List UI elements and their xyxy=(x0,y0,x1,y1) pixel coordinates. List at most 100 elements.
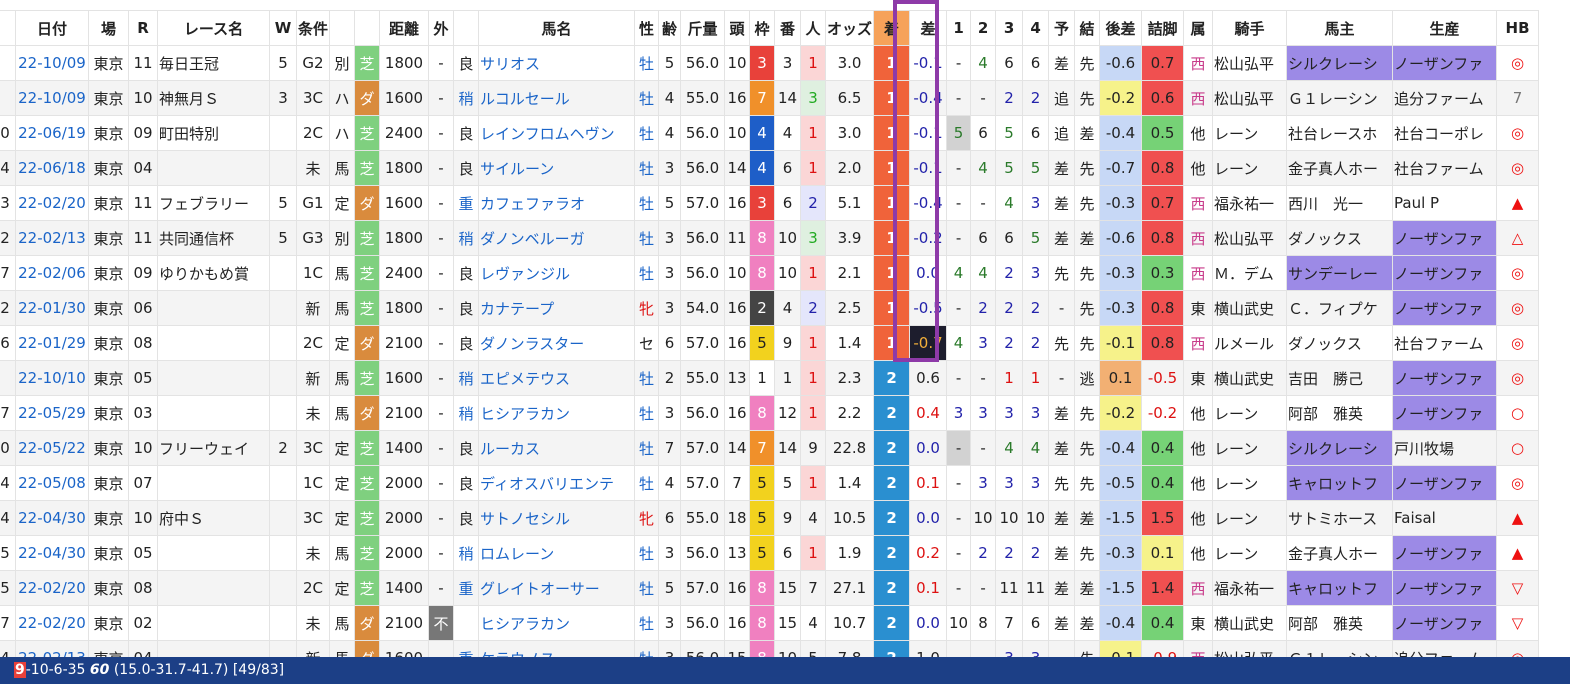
cell-date[interactable]: 22-06/19 xyxy=(15,115,89,151)
cell-diff: 0.6 xyxy=(909,360,948,396)
cell-horse[interactable]: ルコルセール xyxy=(478,80,636,116)
col-header[interactable]: 日付 xyxy=(15,10,89,46)
cell-horse[interactable]: ロムレーン xyxy=(478,535,636,571)
cell-horse[interactable]: ヒシアラカン xyxy=(478,605,636,641)
col-header[interactable]: 後差 xyxy=(1099,10,1143,46)
results-body: 22-10/09 東京 11 毎日王冠 5 G2 別芝 1800- 良サリオス牡 5 56.0 10 3… xyxy=(0,45,1540,676)
table-row[interactable]: 22-10/09 東京 10 神無月Ｓ 3 3C ハダ 1600- 稍ルコルセール牡 4 55.0 1… xyxy=(0,80,1540,116)
cell-date[interactable]: 22-01/30 xyxy=(15,290,89,326)
cell-horse[interactable]: レインフロムヘヴン xyxy=(478,115,636,151)
col-header[interactable]: 2 xyxy=(970,10,997,46)
cell-out: - xyxy=(428,80,455,116)
table-row[interactable]: 5 22-04/30 東京 05 未馬芝 2000- 稍ロムレーン牡 3 56.0 13 5 6 1 1.… xyxy=(0,535,1540,571)
col-header[interactable]: 条件 xyxy=(295,10,331,46)
col-header[interactable]: 齢 xyxy=(658,10,682,46)
cell-horse[interactable]: カナテープ xyxy=(478,290,636,326)
cell-date[interactable]: 22-02/06 xyxy=(15,255,89,291)
table-row[interactable]: 22-10/10 東京 05 新馬芝 1600- 稍エピメテウス牡 2 55.0 13 1 1 1 2.… xyxy=(0,360,1540,396)
col-header[interactable]: 外 xyxy=(428,10,455,46)
table-row[interactable]: 4 22-05/08 東京 07 1C 定芝 2000- 良ディオスバリエンテ牡 4 57.0 7 5… xyxy=(0,465,1540,501)
total-count: 60 xyxy=(89,662,110,678)
col-header[interactable]: 1 xyxy=(946,10,972,46)
col-header[interactable]: 詰脚 xyxy=(1141,10,1185,46)
col-header[interactable]: 枠 xyxy=(749,10,776,46)
cell-horse[interactable]: レヴァンジル xyxy=(478,255,636,291)
cell-horse[interactable]: カフェファラオ xyxy=(478,185,636,221)
col-header[interactable]: R xyxy=(128,10,158,46)
col-header[interactable]: 性 xyxy=(634,10,660,46)
cell-date[interactable]: 22-02/20 xyxy=(15,570,89,606)
cell-horse[interactable]: サトノセシル xyxy=(478,500,636,536)
cell-lead: 5 xyxy=(0,535,16,571)
table-row[interactable]: 0 22-05/22 東京 10 フリーウェイ 2 3C 定芝 1400- 良ルーカス牡 7 57.0… xyxy=(0,430,1540,466)
cell-date[interactable]: 22-04/30 xyxy=(15,535,89,571)
cell-horse[interactable]: サイルーン xyxy=(478,150,636,186)
table-row[interactable]: 2 22-02/13 東京 11 共同通信杯 5 G3 別芝 1800- 稍ダノンベルーガ牡 3 56… xyxy=(0,220,1540,256)
cell-date[interactable]: 22-02/13 xyxy=(15,220,89,256)
table-row[interactable]: 4 22-06/18 東京 04 未馬芝 1800- 良サイルーン牡 3 56.0 14 4 6 1 2.… xyxy=(0,150,1540,186)
cell-c2: 6 xyxy=(970,220,997,256)
col-header[interactable] xyxy=(453,10,480,46)
cell-horse[interactable]: ディオスバリエンテ xyxy=(478,465,636,501)
cell-date[interactable]: 22-02/20 xyxy=(15,605,89,641)
col-header[interactable]: レース名 xyxy=(157,10,270,46)
col-header[interactable] xyxy=(354,10,381,46)
cell-horse[interactable]: サリオス xyxy=(478,45,636,81)
cell-sex: 牡 xyxy=(634,45,660,81)
col-header[interactable]: 場 xyxy=(88,10,129,46)
cell-date[interactable]: 22-05/29 xyxy=(15,395,89,431)
cell-date[interactable]: 22-05/08 xyxy=(15,465,89,501)
col-header[interactable]: 結 xyxy=(1074,10,1101,46)
col-header[interactable]: HB xyxy=(1496,10,1540,46)
cell-horse[interactable]: グレイトオーサー xyxy=(478,570,636,606)
col-header[interactable]: 人 xyxy=(800,10,827,46)
cell-date[interactable]: 22-02/20 xyxy=(15,185,89,221)
col-header[interactable]: 馬主 xyxy=(1286,10,1394,46)
cell-date[interactable]: 22-04/30 xyxy=(15,500,89,536)
col-header[interactable]: 着 xyxy=(873,10,911,46)
cell-date[interactable]: 22-10/09 xyxy=(15,45,89,81)
cell-r: 07 xyxy=(128,465,158,501)
col-header[interactable] xyxy=(0,10,16,46)
table-row[interactable]: 0 22-06/19 東京 09 町田特別 2C ハ芝 2400- 良レインフロムヘヴン牡 4 56… xyxy=(0,115,1540,151)
cell-ke: 先 xyxy=(1074,430,1101,466)
table-row[interactable]: 7 22-02/06 東京 09 ゆりかもめ賞 1C 馬芝 2400- 良レヴァンジル牡 3 56.… xyxy=(0,255,1540,291)
cell-owner: キャロットフ xyxy=(1286,465,1394,501)
col-header[interactable]: 4 xyxy=(1022,10,1050,46)
cell-tsume: 0.6 xyxy=(1141,80,1185,116)
col-header[interactable]: 騎手 xyxy=(1212,10,1288,46)
cell-date[interactable]: 22-01/29 xyxy=(15,325,89,361)
cell-horse[interactable]: エピメテウス xyxy=(478,360,636,396)
table-row[interactable]: 6 22-01/29 東京 08 2C 定ダ 2100- 良ダノンラスターセ 6 57.0 16 5 9… xyxy=(0,325,1540,361)
col-header[interactable]: オッズ xyxy=(825,10,875,46)
cell-horse[interactable]: ヒシアラカン xyxy=(478,395,636,431)
table-row[interactable]: 4 22-04/30 東京 10 府中Ｓ 3C 定芝 2000- 良サトノセシル牝 6 55.0 18… xyxy=(0,500,1540,536)
col-header[interactable]: 番 xyxy=(774,10,802,46)
table-row[interactable]: 3 22-02/20 東京 11 フェブラリー 5 G1 定ダ 1600- 重カフェファラオ牡 5 5… xyxy=(0,185,1540,221)
col-header[interactable]: W xyxy=(269,10,297,46)
cell-horse[interactable]: ダノンベルーガ xyxy=(478,220,636,256)
col-header[interactable]: 予 xyxy=(1048,10,1076,46)
table-row[interactable]: 2 22-01/30 東京 06 新馬芝 1800- 良カナテープ牝 3 54.0 16 2 4 2 2.… xyxy=(0,290,1540,326)
table-row[interactable]: 22-10/09 東京 11 毎日王冠 5 G2 別芝 1800- 良サリオス牡 5 56.0 10 3… xyxy=(0,45,1540,81)
cell-kinryo: 56.0 xyxy=(680,150,726,186)
col-header[interactable]: 3 xyxy=(995,10,1024,46)
col-header[interactable] xyxy=(329,10,356,46)
cell-horse[interactable]: ルーカス xyxy=(478,430,636,466)
col-header[interactable]: 馬名 xyxy=(478,10,636,46)
table-row[interactable]: 7 22-02/20 東京 02 未馬ダ 2100 不ヒシアラカン牡 3 56.0 16 8 15 4 1… xyxy=(0,605,1540,641)
table-row[interactable]: 5 22-02/20 東京 08 2C 定芝 1400- 重グレイトオーサー牡 5 57.0 16 8… xyxy=(0,570,1540,606)
cell-date[interactable]: 22-05/22 xyxy=(15,430,89,466)
col-header[interactable]: 頭 xyxy=(724,10,751,46)
cell-date[interactable]: 22-06/18 xyxy=(15,150,89,186)
cell-horse[interactable]: ダノンラスター xyxy=(478,325,636,361)
col-header[interactable]: 生産 xyxy=(1392,10,1498,46)
table-row[interactable]: 7 22-05/29 東京 03 未馬ダ 2100- 稍ヒシアラカン牡 3 56.0 16 8 12 1… xyxy=(0,395,1540,431)
col-header[interactable]: 斤量 xyxy=(680,10,726,46)
cell-date[interactable]: 22-10/10 xyxy=(15,360,89,396)
col-header[interactable]: 属 xyxy=(1183,10,1214,46)
cell-date[interactable]: 22-10/09 xyxy=(15,80,89,116)
col-header[interactable]: 距離 xyxy=(379,10,430,46)
cell-tsume: 0.7 xyxy=(1141,185,1185,221)
col-header[interactable]: 差 xyxy=(909,10,948,46)
